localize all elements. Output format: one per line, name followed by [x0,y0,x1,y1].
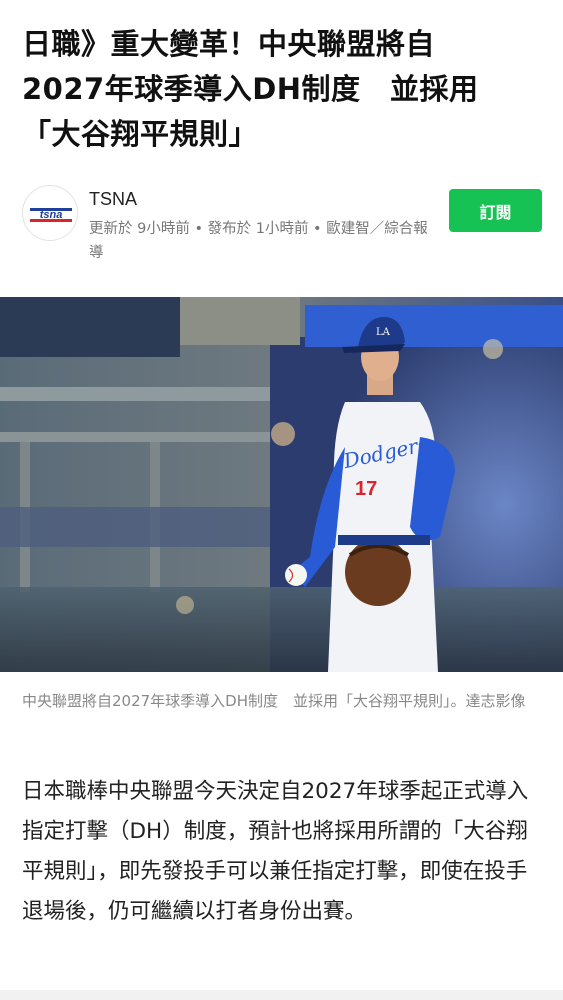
photo-caption: 中央聯盟將自2027年球季導入DH制度 並採用「大谷翔平規則」。達志影像 [22,692,526,710]
svg-text:LA: LA [376,327,391,338]
title-line-1: 日職》重大變革！中央聯盟將自 [22,27,436,61]
article-photo[interactable]: Dodgers 17 LA [0,297,563,672]
source-name[interactable]: TSNA [89,189,137,210]
source-info: tsna TSNA 更新於 9小時前 • 發布於 1小時前 • 歐建智／綜合報導… [22,185,547,270]
logo-wordmark: tsna [40,209,63,221]
svg-text:17: 17 [355,478,377,500]
bottom-divider [0,990,563,1000]
tsna-logo-icon: tsna [30,208,72,222]
subscribe-button[interactable]: 訂閱 [449,189,542,232]
title-line-2: 2027年球季導入DH制度 並採用 [22,72,479,106]
source-logo[interactable]: tsna [22,185,78,241]
article-body-paragraph: 日本職棒中央聯盟今天決定自2027年球季起正式導入指定打擊（DH）制度，預計也將… [22,779,529,924]
article-meta: 更新於 9小時前 • 發布於 1小時前 • 歐建智／綜合報導 [89,221,428,261]
article-title: 日職》重大變革！中央聯盟將自 2027年球季導入DH制度 並採用 「大谷翔平規則… [22,22,547,157]
title-line-3: 「大谷翔平規則」 [22,117,259,151]
photo-illustration: Dodgers 17 LA [0,297,563,672]
